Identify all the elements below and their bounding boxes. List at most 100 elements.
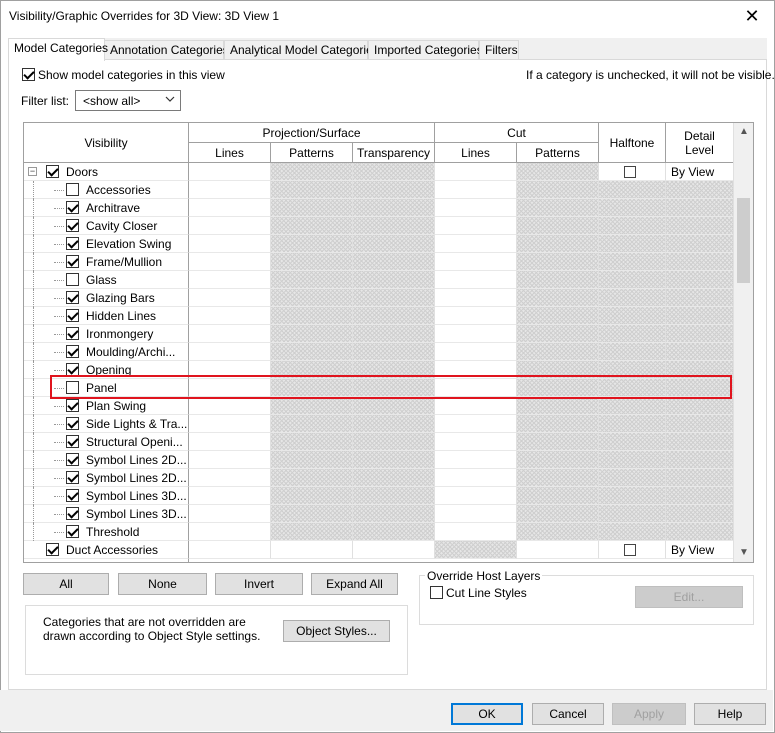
show-model-categories-checkbox[interactable] [22, 68, 35, 81]
override-cell[interactable] [189, 541, 271, 559]
override-cell[interactable] [271, 289, 353, 307]
subcategory-checkbox[interactable] [66, 435, 79, 448]
expand-all-button[interactable]: Expand All [311, 573, 398, 595]
override-cell[interactable] [189, 451, 271, 469]
override-cell[interactable] [271, 469, 353, 487]
override-cell[interactable] [517, 199, 599, 217]
override-cell[interactable] [517, 487, 599, 505]
table-row[interactable]: Glass [24, 271, 734, 289]
category-grid[interactable]: Visibility Projection/Surface Cut Halfto… [23, 122, 754, 563]
table-row[interactable]: Moulding/Archi... [24, 343, 734, 361]
override-cell[interactable] [271, 505, 353, 523]
override-cell[interactable] [599, 487, 666, 505]
override-cell[interactable] [517, 361, 599, 379]
override-cell[interactable] [599, 271, 666, 289]
scroll-up-icon[interactable]: ▲ [738, 126, 750, 138]
override-cell[interactable] [517, 253, 599, 271]
override-cell[interactable] [666, 361, 734, 379]
override-cell[interactable] [599, 253, 666, 271]
override-cell[interactable] [435, 397, 517, 415]
table-row[interactable]: Cavity Closer [24, 217, 734, 235]
override-cell[interactable] [435, 271, 517, 289]
subcategory-checkbox[interactable] [66, 345, 79, 358]
ok-button[interactable]: OK [451, 703, 523, 725]
override-cell[interactable] [517, 325, 599, 343]
override-cell[interactable] [517, 379, 599, 397]
override-cell[interactable] [435, 253, 517, 271]
table-row[interactable]: Accessories [24, 181, 734, 199]
override-cell[interactable] [666, 307, 734, 325]
table-row[interactable]: Opening [24, 361, 734, 379]
override-cell[interactable] [517, 163, 599, 181]
override-cell[interactable] [189, 235, 271, 253]
override-cell[interactable] [353, 253, 435, 271]
table-row[interactable]: Panel [24, 379, 734, 397]
table-row-partial[interactable]: Duct Fittings By View [24, 559, 734, 562]
override-cell[interactable] [189, 289, 271, 307]
subcategory-checkbox[interactable] [66, 381, 79, 394]
help-button[interactable]: Help [694, 703, 766, 725]
override-cell[interactable] [435, 433, 517, 451]
override-cell[interactable] [353, 361, 435, 379]
override-cell[interactable] [666, 325, 734, 343]
override-cell[interactable] [271, 343, 353, 361]
override-cell[interactable] [189, 505, 271, 523]
override-cell[interactable] [599, 541, 666, 559]
override-cell[interactable] [271, 487, 353, 505]
tab-analytical-model-categories[interactable]: Analytical Model Categories [224, 40, 379, 60]
subcategory-checkbox[interactable] [66, 525, 79, 538]
override-cell[interactable] [189, 325, 271, 343]
override-cell[interactable] [666, 253, 734, 271]
override-cell[interactable] [599, 469, 666, 487]
override-cell[interactable] [271, 199, 353, 217]
tab-model-categories[interactable]: Model Categories [8, 38, 108, 61]
override-cell[interactable] [189, 271, 271, 289]
override-cell[interactable] [666, 451, 734, 469]
override-cell[interactable] [271, 433, 353, 451]
override-cell[interactable] [353, 523, 435, 541]
override-cell[interactable] [517, 235, 599, 253]
override-cell[interactable] [353, 451, 435, 469]
override-cell[interactable] [599, 505, 666, 523]
override-cell[interactable] [666, 397, 734, 415]
override-cell[interactable] [353, 163, 435, 181]
header-cut-patterns[interactable]: Patterns [517, 143, 599, 163]
header-projection-patterns[interactable]: Patterns [271, 143, 353, 163]
override-cell[interactable] [271, 271, 353, 289]
override-cell[interactable] [599, 163, 666, 181]
header-transparency[interactable]: Transparency [353, 143, 435, 163]
override-cell[interactable] [189, 379, 271, 397]
override-cell[interactable] [271, 181, 353, 199]
override-cell[interactable] [599, 181, 666, 199]
collapse-icon[interactable]: − [28, 167, 37, 176]
override-cell[interactable] [353, 343, 435, 361]
override-cell[interactable] [353, 379, 435, 397]
override-cell[interactable]: By View [666, 541, 734, 559]
override-cell[interactable] [189, 415, 271, 433]
header-halftone[interactable]: Halftone [599, 123, 666, 163]
override-cell[interactable] [189, 397, 271, 415]
override-cell[interactable] [271, 451, 353, 469]
override-cell[interactable] [353, 397, 435, 415]
override-cell[interactable] [517, 451, 599, 469]
override-cell[interactable] [271, 541, 353, 559]
override-cell[interactable] [435, 235, 517, 253]
override-cell[interactable] [666, 181, 734, 199]
table-row[interactable]: Structural Openi... [24, 433, 734, 451]
vertical-scrollbar[interactable]: ▲ ▼ [733, 123, 753, 562]
override-cell[interactable] [517, 505, 599, 523]
all-button[interactable]: All [23, 573, 109, 595]
close-icon[interactable]: ✕ [740, 5, 764, 27]
invert-button[interactable]: Invert [215, 573, 303, 595]
override-cell[interactable] [435, 523, 517, 541]
override-cell[interactable] [353, 325, 435, 343]
override-cell[interactable] [353, 433, 435, 451]
override-cell[interactable] [353, 199, 435, 217]
override-cell[interactable] [435, 451, 517, 469]
override-cell[interactable] [666, 289, 734, 307]
override-cell[interactable] [517, 541, 599, 559]
override-cell[interactable] [353, 289, 435, 307]
override-cell[interactable] [517, 289, 599, 307]
header-detail-level[interactable]: Detail Level [666, 123, 734, 163]
table-row[interactable]: Frame/Mullion [24, 253, 734, 271]
